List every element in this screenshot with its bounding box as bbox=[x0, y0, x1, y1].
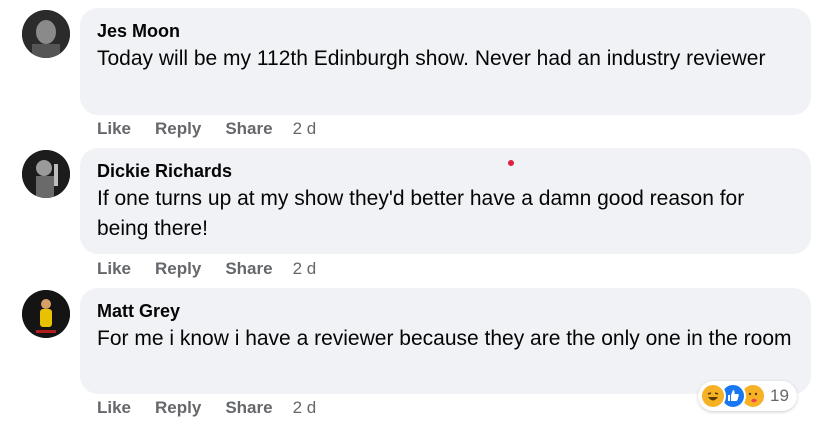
like-button[interactable]: Like bbox=[97, 259, 131, 279]
comment-author[interactable]: Matt Grey bbox=[97, 300, 793, 322]
comment-text: For me i know i have a reviewer because … bbox=[97, 327, 792, 350]
comment-actions: Like Reply Share 2 d bbox=[97, 396, 316, 420]
comment-actions: Like Reply Share 2 d bbox=[97, 257, 316, 281]
comment-actions: Like Reply Share 2 d bbox=[97, 117, 316, 141]
comment-text: Today will be my 112th Edinburgh show. N… bbox=[97, 47, 766, 70]
avatar-jes-moon[interactable] bbox=[22, 10, 70, 58]
avatar-dickie-richards[interactable] bbox=[22, 150, 70, 198]
reply-button[interactable]: Reply bbox=[155, 398, 201, 418]
like-button[interactable]: Like bbox=[97, 119, 131, 139]
comment-author[interactable]: Jes Moon bbox=[97, 20, 793, 42]
comment-timestamp[interactable]: 2 d bbox=[293, 119, 317, 139]
comment-bubble: Jes Moon Today will be my 112th Edinburg… bbox=[80, 8, 811, 115]
comment-timestamp[interactable]: 2 d bbox=[293, 259, 317, 279]
comment-bubble: Dickie Richards If one turns up at my sh… bbox=[80, 148, 811, 254]
reaction-count: 19 bbox=[770, 386, 789, 405]
reactions-summary[interactable]: 19 bbox=[698, 381, 797, 411]
avatar-matt-grey[interactable] bbox=[22, 290, 70, 338]
comment-author[interactable]: Dickie Richards bbox=[97, 160, 793, 182]
reply-button[interactable]: Reply bbox=[155, 259, 201, 279]
notification-dot bbox=[508, 160, 514, 166]
share-button[interactable]: Share bbox=[225, 259, 272, 279]
comment-timestamp[interactable]: 2 d bbox=[293, 398, 317, 418]
share-button[interactable]: Share bbox=[225, 398, 272, 418]
haha-icon bbox=[700, 383, 726, 409]
share-button[interactable]: Share bbox=[225, 119, 272, 139]
reply-button[interactable]: Reply bbox=[155, 119, 201, 139]
like-button[interactable]: Like bbox=[97, 398, 131, 418]
comment-bubble: Matt Grey For me i know i have a reviewe… bbox=[80, 288, 811, 394]
comment-text: If one turns up at my show they'd better… bbox=[97, 187, 745, 240]
